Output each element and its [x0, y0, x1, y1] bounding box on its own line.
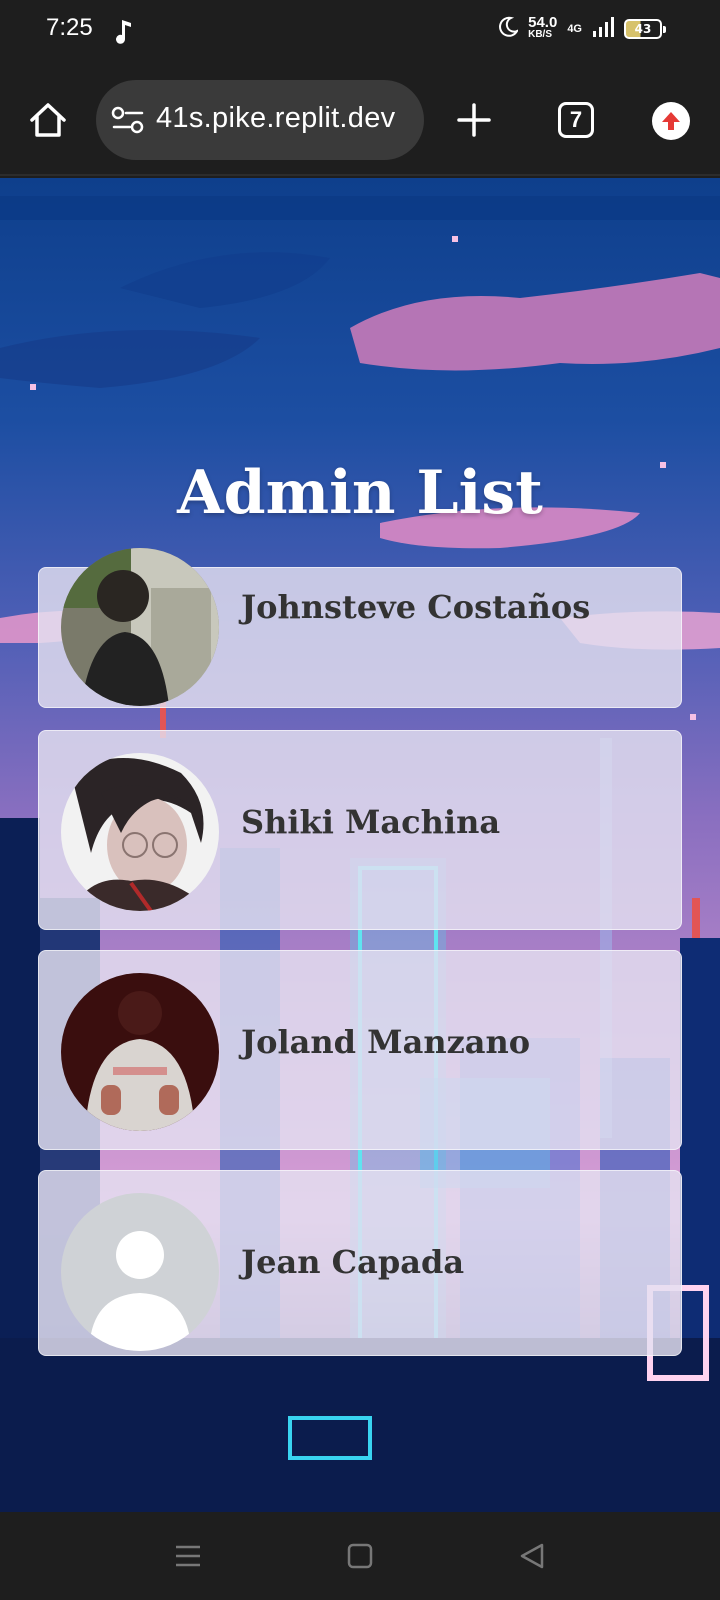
avatar — [61, 753, 219, 911]
site-settings-icon[interactable] — [110, 104, 146, 136]
avatar — [61, 548, 219, 706]
menu-icon[interactable] — [172, 1540, 204, 1572]
status-indicators: 54.0 KB/S 4G 43 — [498, 14, 666, 42]
status-time: 7:25 — [46, 14, 93, 41]
music-note-icon — [114, 18, 134, 48]
battery-level: 43 — [634, 22, 652, 36]
default-user-icon — [61, 1193, 219, 1351]
signal-icon — [592, 16, 614, 42]
admin-name: Jean Capada — [241, 1243, 465, 1281]
admin-name: Johnsteve Costaños — [241, 588, 591, 626]
url-text[interactable]: 41s.pike.replit.dev — [156, 102, 395, 135]
browser-toolbar: 41s.pike.replit.dev 7 — [0, 64, 720, 176]
admin-card[interactable]: Jean Capada — [38, 1170, 682, 1356]
battery-icon: 43 — [624, 19, 666, 39]
network-speed-value: 54.0 — [528, 14, 558, 31]
avatar — [61, 973, 219, 1131]
admin-card[interactable]: Johnsteve Costaños — [38, 548, 682, 708]
navigation-bar — [0, 1512, 720, 1600]
status-bar: 7:25 54.0 KB/S 4G 43 — [0, 0, 720, 64]
moon-icon — [498, 16, 520, 42]
back-icon[interactable] — [516, 1540, 548, 1572]
update-icon[interactable] — [652, 102, 690, 140]
web-content: Admin List Johnsteve Costaños Shiki Mach… — [0, 178, 720, 1512]
home-icon[interactable] — [26, 98, 70, 142]
admin-card[interactable]: Joland Manzano — [38, 950, 682, 1150]
admin-name: Shiki Machina — [241, 803, 501, 841]
network-speed: 54.0 KB/S — [528, 14, 558, 41]
network-speed-unit: KB/S — [528, 29, 553, 40]
tab-count: 7 — [569, 107, 583, 132]
network-type: 4G — [567, 23, 582, 35]
admin-name: Joland Manzano — [241, 1023, 531, 1061]
page-title: Admin List — [177, 458, 543, 528]
admin-card[interactable]: Shiki Machina — [38, 730, 682, 930]
address-bar[interactable]: 41s.pike.replit.dev — [96, 80, 424, 160]
home-square-icon[interactable] — [344, 1540, 376, 1572]
plus-icon[interactable] — [454, 100, 494, 140]
tabs-icon[interactable]: 7 — [558, 102, 594, 138]
